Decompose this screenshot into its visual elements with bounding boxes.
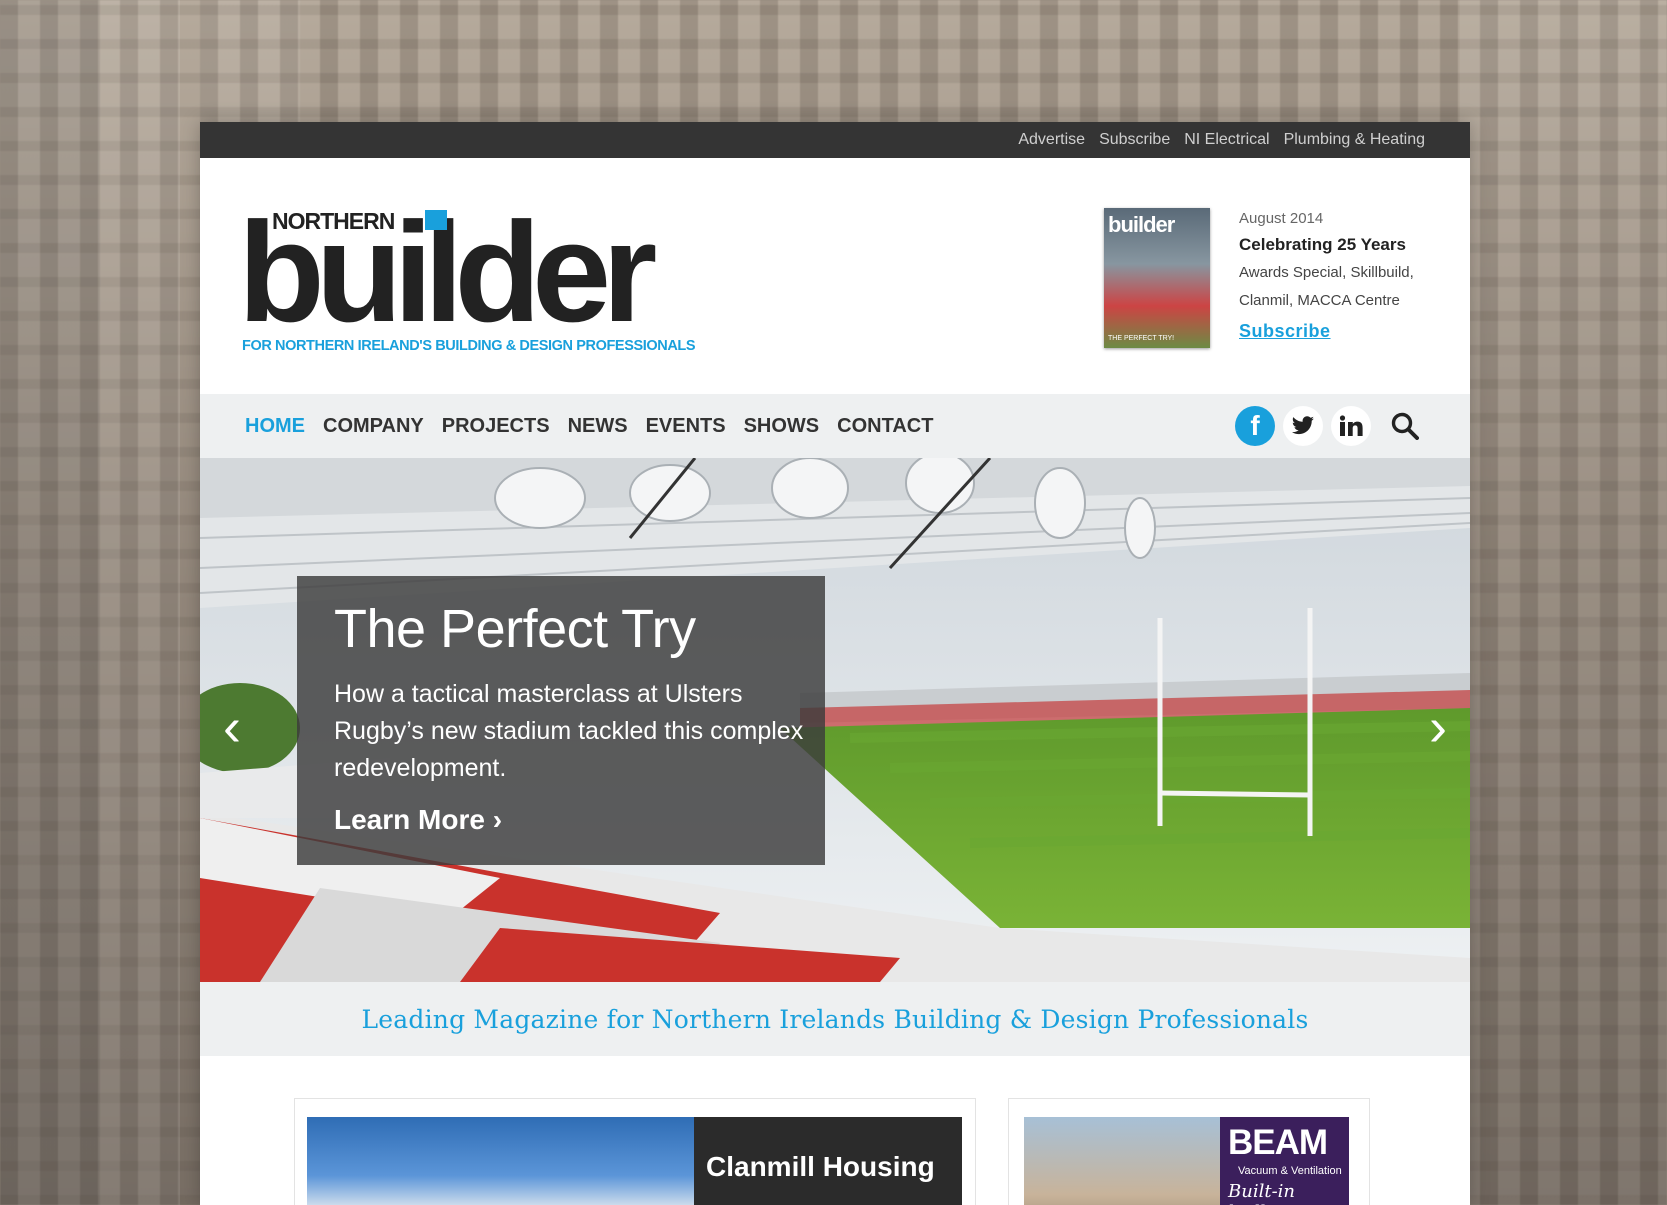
magazine-cover-thumbnail[interactable]: builder THE PERFECT TRY! (1104, 208, 1210, 348)
beam-brand-text: BEAM (1228, 1123, 1328, 1162)
cover-title: builder (1108, 212, 1175, 237)
beam-slogan: Built-in brilliance! (1228, 1181, 1321, 1205)
utility-link-subscribe[interactable]: Subscribe (1099, 131, 1170, 149)
learn-more-link[interactable]: Learn More › (334, 804, 502, 836)
content-cards: Clanmill Housing BEAM Vacuum & Ventilati… (200, 1056, 1470, 1205)
facebook-icon[interactable]: f (1235, 406, 1275, 446)
nav-item-events[interactable]: EVENTS (646, 415, 726, 438)
lead-text: Leading Magazine for Northern Irelands B… (361, 1004, 1309, 1034)
feature-card-title: Clanmill Housing (706, 1151, 935, 1182)
nav-item-projects[interactable]: PROJECTS (442, 415, 550, 438)
backdrop-tower-right (1460, 0, 1667, 1205)
issue-info: August 2014 Celebrating 25 Years Awards … (1239, 210, 1439, 342)
feature-card-clanmill[interactable]: Clanmill Housing (294, 1098, 976, 1205)
logo-square-icon (425, 210, 447, 230)
issue-description: Awards Special, Skillbuild, Clanmil, MAC… (1239, 264, 1414, 309)
hero-caption: The Perfect Try How a tactical mastercla… (297, 576, 825, 865)
twitter-icon[interactable] (1283, 406, 1323, 446)
backdrop-tower-left (0, 0, 180, 1205)
feature-card-image (307, 1117, 694, 1205)
slider-prev-button[interactable]: ‹ (212, 700, 252, 754)
nav-item-news[interactable]: NEWS (568, 415, 628, 438)
website-frame: Advertise Subscribe NI Electrical Plumbi… (200, 122, 1470, 1205)
advert-card-image (1024, 1117, 1220, 1205)
nav-item-company[interactable]: COMPANY (323, 415, 424, 438)
slider-next-button[interactable]: › (1418, 700, 1458, 754)
hero-title: The Perfect Try (334, 599, 696, 659)
nav-item-home[interactable]: HOME (245, 415, 305, 438)
issue-headline: Celebrating 25 Years (1239, 235, 1406, 254)
logo-tagline: FOR NORTHERN IRELAND'S BUILDING & DESIGN… (242, 338, 696, 354)
utility-link-advertise[interactable]: Advertise (1018, 131, 1085, 149)
utility-link-ni-electrical[interactable]: NI Electrical (1184, 131, 1269, 149)
hero-slider: ‹ › The Perfect Try How a tactical maste… (200, 458, 1470, 982)
hero-description: How a tactical masterclass at Ulsters Ru… (334, 680, 804, 782)
beam-logo: BEAM Vacuum & Ventilation Built-in brill… (1220, 1117, 1349, 1205)
advert-card-beam[interactable]: BEAM Vacuum & Ventilation Built-in brill… (1008, 1098, 1370, 1205)
site-header: builder NORTHERN FOR NORTHERN IRELAND'S … (200, 158, 1470, 394)
issue-date: August 2014 (1239, 210, 1324, 227)
cover-line: THE PERFECT TRY! (1108, 335, 1175, 342)
utility-bar: Advertise Subscribe NI Electrical Plumbi… (200, 122, 1470, 158)
main-nav: HOME COMPANY PROJECTS NEWS EVENTS SHOWS … (200, 394, 1470, 458)
linkedin-icon[interactable] (1331, 406, 1371, 446)
social-links: f (1235, 406, 1425, 446)
issue-subscribe-link[interactable]: Subscribe (1239, 321, 1331, 342)
nav-item-contact[interactable]: CONTACT (837, 415, 933, 438)
logo-northern-text: NORTHERN (272, 208, 395, 234)
lead-banner: Leading Magazine for Northern Irelands B… (200, 982, 1470, 1056)
beam-subtitle: Vacuum & Ventilation (1238, 1165, 1342, 1177)
site-logo[interactable]: builder NORTHERN FOR NORTHERN IRELAND'S … (238, 202, 732, 358)
nav-item-shows[interactable]: SHOWS (744, 415, 820, 438)
feature-card-label: Clanmill Housing (694, 1117, 962, 1205)
utility-link-plumbing-heating[interactable]: Plumbing & Heating (1284, 131, 1425, 149)
search-icon[interactable] (1385, 406, 1425, 446)
